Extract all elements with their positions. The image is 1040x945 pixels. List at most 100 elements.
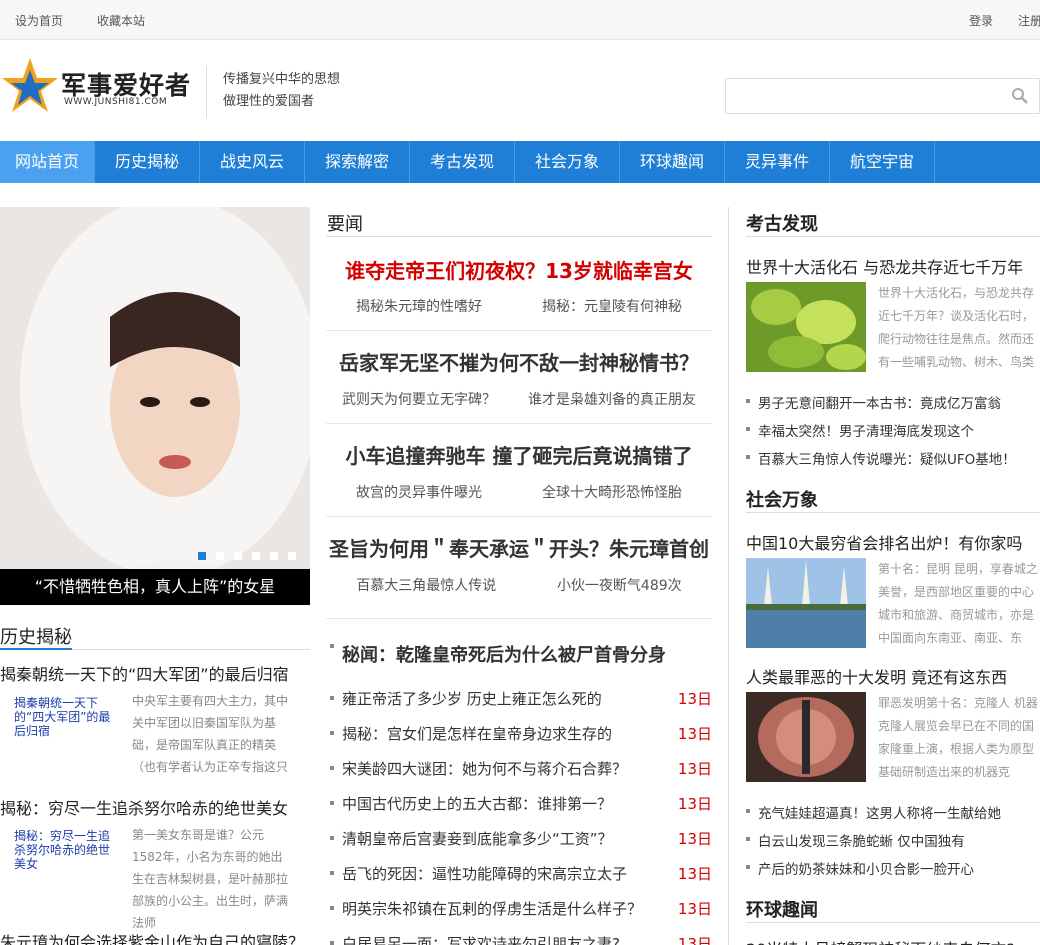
sub-link[interactable]: 揭秘：元皇陵有何神秘 xyxy=(542,296,682,316)
list-item[interactable]: 中国古代历史上的五大古都：谁排第一？ 13日 xyxy=(330,793,712,828)
sub-link[interactable]: 武则天为何要立无字碑？ xyxy=(342,389,496,409)
world-section-title[interactable]: 环球趣闻 xyxy=(746,896,818,922)
list-item[interactable]: 宋美龄四大谜团：她为何不与蒋介石合葬？ 13日 xyxy=(330,758,712,793)
list-item-title[interactable]: 产后的奶茶妹妹和小贝合影一脸开心 xyxy=(758,858,974,878)
list-item[interactable]: 充气娃娃超逼真！这男人称将一生献给她 xyxy=(746,802,1040,830)
sub-link[interactable]: 谁才是枭雄刘备的真正朋友 xyxy=(528,389,696,409)
list-item-title[interactable]: 幸福太突然！男子清理海底发现这个 xyxy=(758,420,974,440)
slideshow[interactable]: “不惜牺牲色相，真人上阵”的女星 xyxy=(0,207,310,605)
list-item[interactable]: 岳飞的死因：逼性功能障碍的宋高宗立太子 13日 xyxy=(330,863,712,898)
column-divider xyxy=(728,207,729,945)
nav-battle-history[interactable]: 战史风云 xyxy=(200,141,305,183)
section-divider xyxy=(746,922,1040,923)
slide-dot[interactable] xyxy=(234,552,242,560)
bullet xyxy=(330,871,334,875)
nav-home[interactable]: 网站首页 xyxy=(0,141,95,183)
slogan: 传播复兴中华的思想 做理性的爱国者 xyxy=(223,69,340,113)
slide-dot[interactable] xyxy=(216,552,224,560)
headline-title[interactable]: 小车追撞奔驰车 撞了砸完后竟说搞错了 xyxy=(326,440,712,469)
list-item-title[interactable]: 宋美龄四大谜团：她为何不与蒋介石合葬？ xyxy=(342,758,627,779)
slide-dot[interactable] xyxy=(270,552,278,560)
sub-link[interactable]: 小伙一夜断气489次 xyxy=(557,575,682,595)
slide-caption[interactable]: “不惜牺牲色相，真人上阵”的女星 xyxy=(0,569,310,605)
list-item-title[interactable]: 中国古代历史上的五大古都：谁排第一？ xyxy=(342,793,612,814)
headline-title[interactable]: 岳家军无坚不摧为何不敌一封神秘情书？ xyxy=(326,347,712,376)
divider xyxy=(326,618,712,619)
bullet xyxy=(330,766,334,770)
history-item-title[interactable]: 揭秦朝统一天下的“四大军团”的最后归宿 xyxy=(0,661,310,685)
login-link[interactable]: 登录 xyxy=(969,12,993,29)
nav-world[interactable]: 环球趣闻 xyxy=(620,141,725,183)
logo-divider xyxy=(206,66,207,118)
feature-title[interactable]: 20米特大号螃蟹现神秘面纱来自何方? xyxy=(746,936,1015,945)
society-section-title[interactable]: 社会万象 xyxy=(746,486,818,512)
nav-archaeology[interactable]: 考古发现 xyxy=(410,141,515,183)
feature-title[interactable]: 中国10大最穷省会排名出炉！有你家吗 xyxy=(746,530,1022,554)
slide-dot[interactable] xyxy=(252,552,260,560)
news-list: 雍正帝活了多少岁 历史上雍正怎么死的 13日 揭秘：宫女们是怎样在皇帝身边求生存的… xyxy=(330,688,712,945)
history-item-title[interactable]: 朱元璋为何会选择紫金山作为自己的寝陵？ xyxy=(0,929,310,945)
list-item-title[interactable]: 男子无意间翻开一本古书：竟成亿万富翁 xyxy=(758,392,1001,412)
list-item[interactable]: 百慕大三角惊人传说曝光：疑似UFO基地！ xyxy=(746,448,1040,476)
headline-title[interactable]: 圣旨为何用＂奉天承运＂开头？朱元璋首创 xyxy=(326,533,712,562)
section-divider xyxy=(326,236,712,237)
set-home-link[interactable]: 设为首页 xyxy=(15,12,63,29)
list-item[interactable]: 明英宗朱祁镇在瓦剌的俘虏生活是什么样子？ 13日 xyxy=(330,898,712,933)
archaeology-section-title[interactable]: 考古发现 xyxy=(746,210,818,236)
history-section-title[interactable]: 历史揭秘 xyxy=(0,623,72,649)
list-item[interactable]: 男子无意间翻开一本古书：竟成亿万富翁 xyxy=(746,392,1040,420)
list-item-title[interactable]: 揭秘：宫女们是怎样在皇帝身边求生存的 xyxy=(342,723,612,744)
headline-title[interactable]: 谁夺走帝王们初夜权？13岁就临幸宫女 xyxy=(326,255,712,284)
sub-link[interactable]: 揭秘朱元璋的性嗜好 xyxy=(356,296,482,316)
search-input[interactable] xyxy=(725,78,1040,114)
slide-dot[interactable] xyxy=(288,552,296,560)
list-item[interactable]: 幸福太突然！男子清理海底发现这个 xyxy=(746,420,1040,448)
feature-image[interactable] xyxy=(746,692,866,782)
history-item-title[interactable]: 揭秘：穷尽一生追杀努尔哈赤的绝世美女 xyxy=(0,795,310,819)
sub-link[interactable]: 百慕大三角最惊人传说 xyxy=(356,575,496,595)
list-item[interactable]: 雍正帝活了多少岁 历史上雍正怎么死的 13日 xyxy=(330,688,712,723)
bullet xyxy=(746,399,750,403)
history-item-thumbnail[interactable]: 揭秘：穷尽一生追杀努尔哈赤的绝世美女 xyxy=(14,829,120,871)
secret-headline[interactable]: 秘闻：乾隆皇帝死后为什么被尸首骨分身 xyxy=(342,641,666,667)
list-item[interactable]: 揭秘：宫女们是怎样在皇帝身边求生存的 13日 xyxy=(330,723,712,758)
feature-title[interactable]: 世界十大活化石 与恐龙共存近七千万年 xyxy=(746,254,1023,278)
register-link[interactable]: 注册 xyxy=(1018,12,1040,29)
list-item[interactable]: 产后的奶茶妹妹和小贝合影一脸开心 xyxy=(746,858,1040,886)
bookmark-link[interactable]: 收藏本站 xyxy=(97,12,145,29)
list-item[interactable]: 白云山发现三条脆蛇蜥 仅中国独有 xyxy=(746,830,1040,858)
list-item-title[interactable]: 清朝皇帝后宫妻妾到底能拿多少“工资”？ xyxy=(342,828,613,849)
sub-link[interactable]: 故宫的灵异事件曝光 xyxy=(356,482,482,502)
top-bar: 设为首页 收藏本站 登录 注册 xyxy=(0,0,1040,40)
history-item-thumbnail[interactable]: 揭秦朝统一天下的“四大军团”的最后归宿 xyxy=(14,696,120,738)
feature-image[interactable] xyxy=(746,282,866,372)
list-item-title[interactable]: 白云山发现三条脆蛇蜥 仅中国独有 xyxy=(758,830,965,850)
list-item-title[interactable]: 百慕大三角惊人传说曝光：疑似UFO基地！ xyxy=(758,448,1016,468)
slide-dot[interactable] xyxy=(198,552,206,560)
feature-image[interactable] xyxy=(746,558,866,648)
slide-dots xyxy=(198,552,306,560)
nav-aerospace[interactable]: 航空宇宙 xyxy=(830,141,935,183)
list-item-title[interactable]: 白居易另一面：写求欢诗来勾引朋友之妻? xyxy=(342,933,620,945)
nav-explore[interactable]: 探索解密 xyxy=(305,141,410,183)
feature-summary: 罪恶发明第十名：克隆人 机器克隆人展览会早已在不同的国家隆重上演，根据人类为原型… xyxy=(878,696,1038,779)
list-item[interactable]: 白居易另一面：写求欢诗来勾引朋友之妻? 13日 xyxy=(330,933,712,945)
list-item[interactable]: 清朝皇帝后宫妻妾到底能拿多少“工资”？ 13日 xyxy=(330,828,712,863)
list-item-title[interactable]: 岳飞的死因：逼性功能障碍的宋高宗立太子 xyxy=(342,863,627,884)
section-divider xyxy=(746,512,1040,513)
slogan-line-1: 传播复兴中华的思想 xyxy=(223,72,341,87)
nav-history[interactable]: 历史揭秘 xyxy=(95,141,200,183)
bullet xyxy=(330,696,334,700)
bullet xyxy=(330,731,334,735)
list-item-title[interactable]: 充气娃娃超逼真！这男人称将一生献给她 xyxy=(758,802,1001,822)
nav-society[interactable]: 社会万象 xyxy=(515,141,620,183)
bullet xyxy=(746,865,750,869)
sub-link[interactable]: 全球十大畸形恐怖怪胎 xyxy=(542,482,682,502)
nav-supernatural[interactable]: 灵异事件 xyxy=(725,141,830,183)
feature-title[interactable]: 人类最罪恶的十大发明 竟还有这东西 xyxy=(746,664,1007,688)
search-icon[interactable] xyxy=(1011,87,1029,109)
divider xyxy=(326,423,712,424)
bullet xyxy=(330,644,334,648)
list-item-title[interactable]: 明英宗朱祁镇在瓦剌的俘虏生活是什么样子？ xyxy=(342,898,642,919)
list-item-title[interactable]: 雍正帝活了多少岁 历史上雍正怎么死的 xyxy=(342,688,602,709)
